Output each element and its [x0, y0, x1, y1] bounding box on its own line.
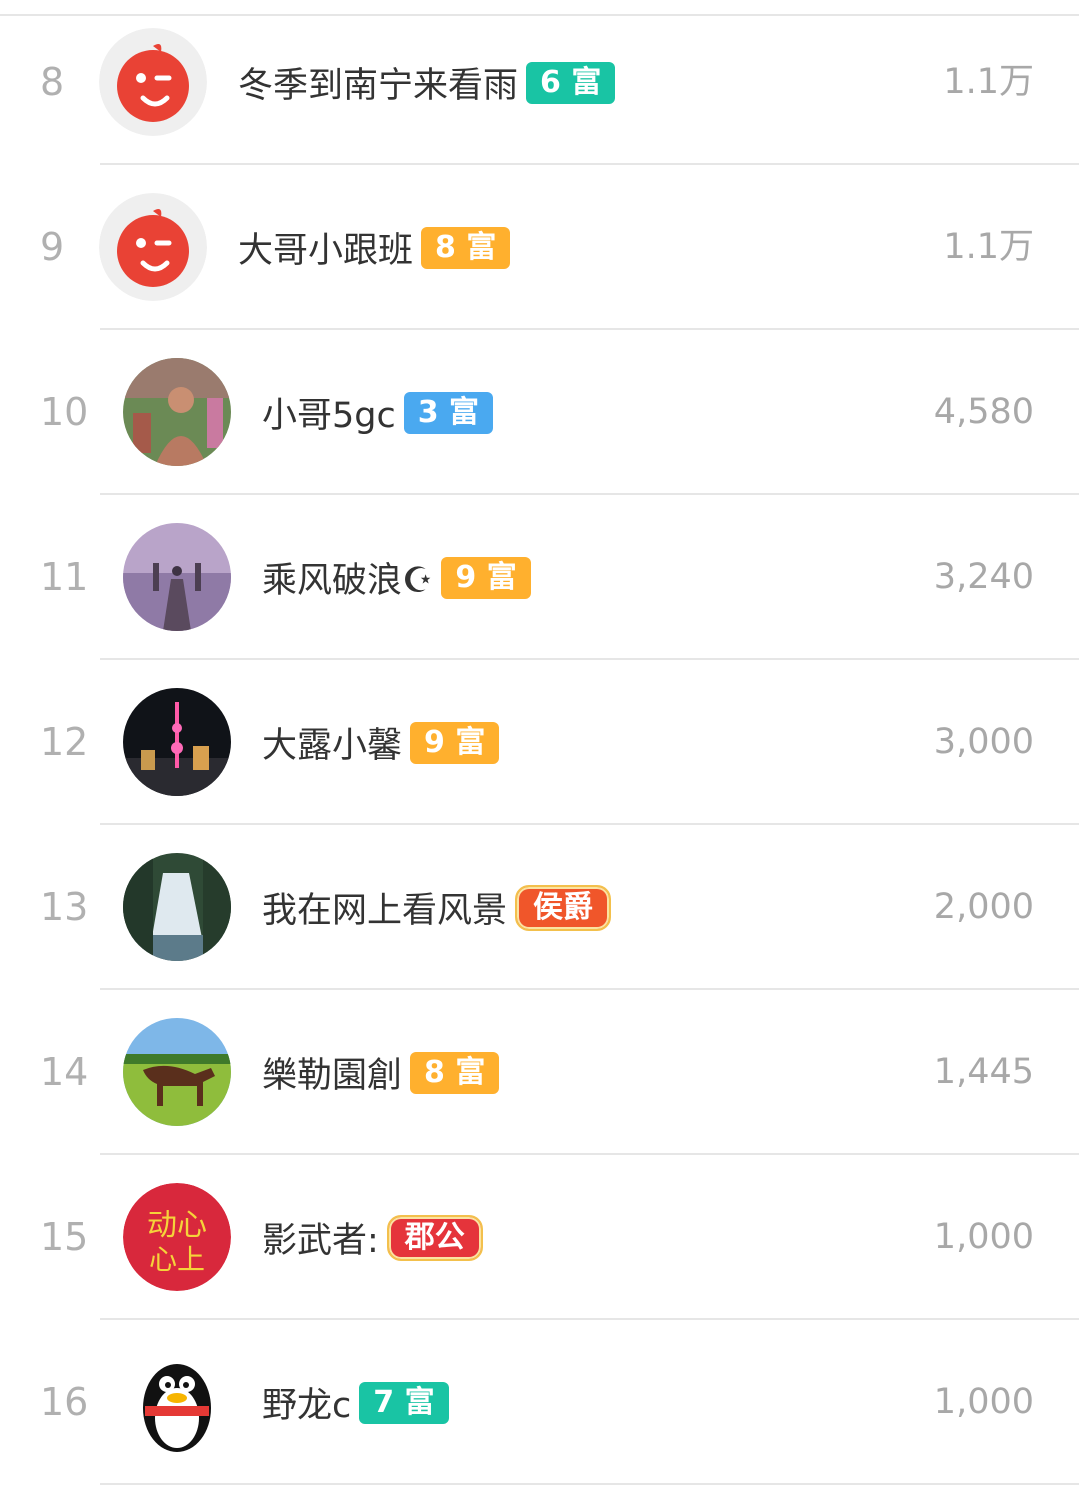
level-badge: 侯爵	[515, 884, 612, 931]
user-name-group: 野龙c 7 富	[262, 1320, 449, 1485]
rank-number: 13	[40, 885, 89, 929]
level-badge: 9 富	[410, 721, 500, 764]
user-name[interactable]: 乘风破浪☪	[262, 552, 433, 603]
rank-number: 11	[40, 555, 89, 599]
list-item[interactable]: 9 大哥小跟班 8 富 1.1万	[0, 165, 1079, 330]
list-item[interactable]: 8 冬季到南宁来看雨 6 富 1.1万	[0, 0, 1079, 165]
user-name-group: 樂勒園創 8 富	[262, 990, 500, 1155]
level-badge: 3 富	[403, 391, 494, 434]
level-badge: 6 富	[526, 61, 616, 104]
score-value: 4,580	[933, 392, 1034, 432]
user-name-group: 影武者: 郡公	[262, 1155, 483, 1320]
score-value: 1.1万	[943, 227, 1034, 267]
score-value: 1.1万	[943, 62, 1034, 102]
user-name-group: 大露小馨 9 富	[262, 660, 500, 825]
list-item[interactable]: 15 动心 心上 影武者: 郡公 1,000	[0, 1155, 1079, 1320]
user-name[interactable]: 我在网上看风景	[262, 882, 507, 933]
rank-number: 15	[40, 1215, 89, 1259]
user-name-group: 冬季到南宁来看雨 6 富	[238, 0, 616, 165]
list-item[interactable]: 16 野龙c 7 富 1,000	[0, 1320, 1079, 1485]
user-name[interactable]: 影武者:	[262, 1212, 379, 1263]
list-item[interactable]: 14 樂勒園創 8 富 1,445	[0, 990, 1079, 1155]
avatar[interactable]	[123, 688, 231, 796]
score-value: 1,000	[933, 1382, 1034, 1422]
user-name-group: 我在网上看风景 侯爵	[262, 825, 612, 990]
avatar[interactable]: 动心 心上	[123, 1183, 231, 1291]
user-name-group: 小哥5gc 3 富	[262, 330, 494, 495]
score-value: 3,000	[933, 722, 1034, 762]
level-badge: 9 富	[441, 556, 531, 599]
list-item[interactable]: 12 大露小馨 9 富 3,000	[0, 660, 1079, 825]
user-name-group: 乘风破浪☪ 9 富	[262, 495, 531, 660]
level-badge: 7 富	[359, 1381, 449, 1424]
user-name[interactable]: 樂勒園創	[262, 1047, 402, 1098]
level-badge: 郡公	[386, 1214, 483, 1261]
avatar[interactable]	[123, 1018, 231, 1126]
avatar[interactable]	[123, 853, 231, 961]
rank-number: 8	[40, 60, 65, 104]
list-item[interactable]: 11 乘风破浪☪ 9 富 3,240	[0, 495, 1079, 660]
avatar[interactable]	[123, 358, 231, 466]
user-name[interactable]: 冬季到南宁来看雨	[238, 57, 518, 108]
level-badge: 8 富	[421, 226, 511, 269]
score-value: 2,000	[933, 887, 1034, 927]
list-item[interactable]: 13 我在网上看风景 侯爵 2,000	[0, 825, 1079, 990]
rank-number: 16	[40, 1380, 89, 1424]
avatar[interactable]	[99, 193, 207, 301]
score-value: 1,000	[933, 1217, 1034, 1257]
svg-text:心上: 心上	[149, 1243, 205, 1276]
avatar[interactable]	[123, 1348, 231, 1456]
level-badge: 8 富	[410, 1051, 500, 1094]
rank-number: 9	[40, 225, 65, 269]
user-name[interactable]: 大露小馨	[262, 717, 402, 768]
rank-number: 10	[40, 390, 89, 434]
score-value: 3,240	[933, 557, 1034, 597]
rank-number: 14	[40, 1050, 89, 1094]
user-name[interactable]: 大哥小跟班	[238, 222, 413, 273]
rank-number: 12	[40, 720, 89, 764]
avatar[interactable]	[99, 28, 207, 136]
svg-text:动心: 动心	[147, 1208, 207, 1243]
user-name[interactable]: 小哥5gc	[262, 387, 396, 438]
user-name[interactable]: 野龙c	[262, 1377, 351, 1428]
user-name-group: 大哥小跟班 8 富	[238, 165, 511, 330]
list-item[interactable]: 10 小哥5gc 3 富 4,580	[0, 330, 1079, 495]
score-value: 1,445	[933, 1052, 1034, 1092]
avatar[interactable]	[123, 523, 231, 631]
